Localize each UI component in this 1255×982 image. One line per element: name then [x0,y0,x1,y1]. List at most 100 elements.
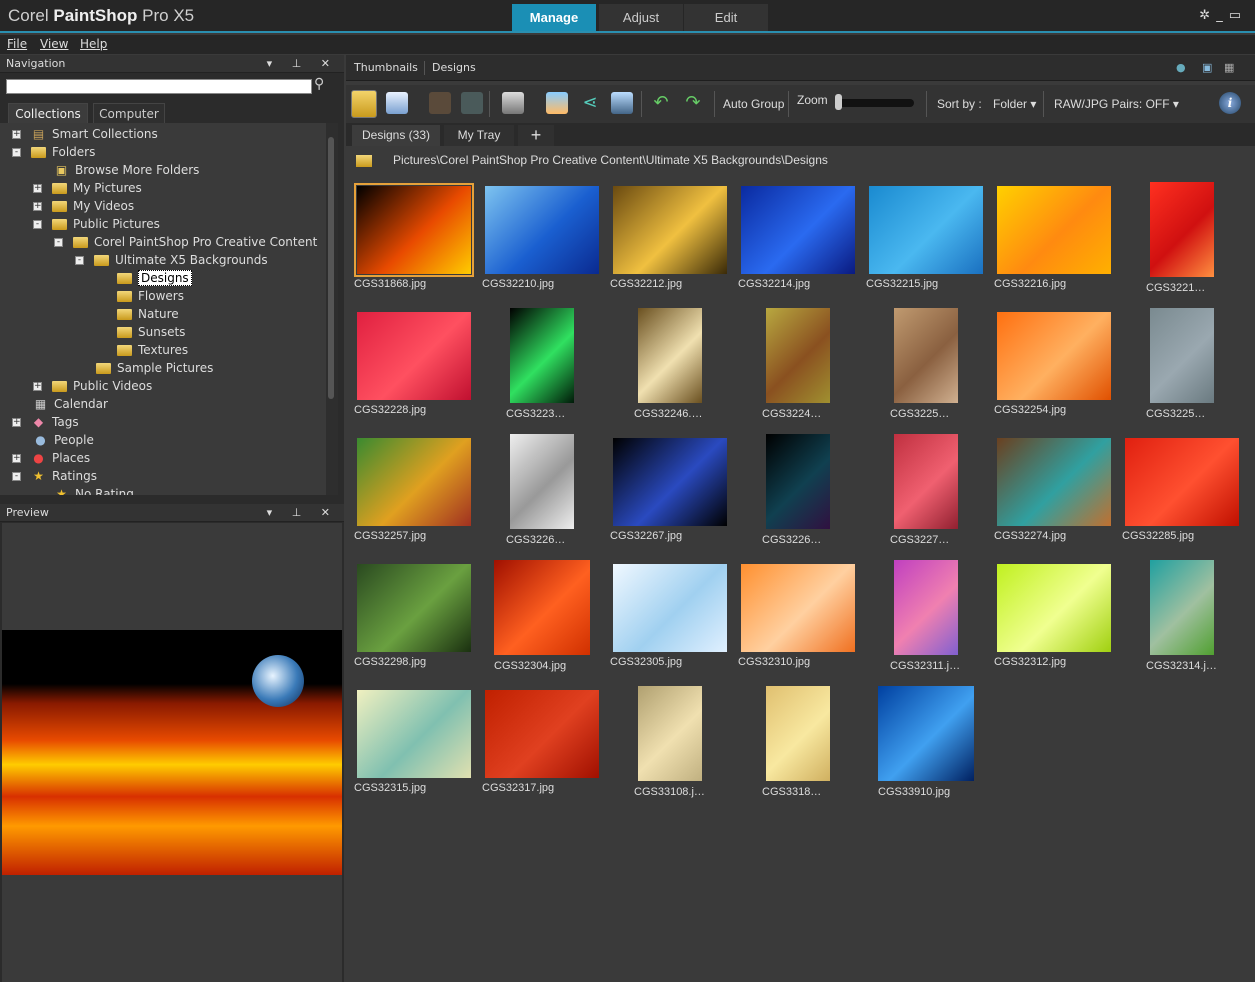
thumbnail-item[interactable]: CGS32210.jpg [480,182,604,306]
grid-view-icon[interactable]: ▦ [1224,55,1234,81]
thumbnail-item[interactable]: CGS32274.jpg [992,434,1116,558]
thumbnail-image[interactable] [766,434,830,529]
thumbnail-item[interactable]: CGS32246.… [608,308,732,432]
thumbnail-item[interactable]: CGS32285.jpg [1120,434,1244,558]
thumbnail-item[interactable]: CGS32215.jpg [864,182,988,306]
tree-scrollbar[interactable] [326,123,338,495]
tree-item[interactable]: ▣ Browse More Folders [33,161,200,179]
tree-item[interactable]: - Public Pictures [33,215,160,233]
tree-item[interactable]: + My Videos [33,197,134,215]
tab-manage[interactable]: Manage [512,4,596,31]
scrollbar-thumb[interactable] [328,137,334,399]
expand-icon[interactable]: + [12,130,21,139]
menu-view[interactable]: View [40,37,68,51]
thumbnail-image[interactable] [485,186,599,274]
thumbnail-item[interactable]: CGS32298.jpg [352,560,476,684]
tree-item[interactable]: - Folders [12,143,95,161]
tree-item[interactable]: ● People [12,431,94,449]
tab-adjust[interactable]: Adjust [599,4,683,31]
tree-item[interactable]: ▦ Calendar [12,395,108,413]
thumbnail-image[interactable] [894,308,958,403]
collapse-icon[interactable]: - [54,238,63,247]
thumbnail-item[interactable]: CGS32315.jpg [352,686,476,810]
tree-item[interactable]: Textures [96,341,188,359]
tab-collections[interactable]: Collections [8,103,88,123]
thumbnail-item[interactable]: CGS3223… [480,308,604,432]
thumbnail-item[interactable]: CGS3224… [736,308,860,432]
folder-tree-icon[interactable] [351,90,377,118]
add-tab-icon[interactable]: + [518,125,554,146]
expand-icon[interactable]: + [33,184,42,193]
tab-designs[interactable]: Designs [432,55,476,81]
collapse-icon[interactable]: - [75,256,84,265]
thumbnail-item[interactable]: CGS33108.j… [608,686,732,810]
thumbnail-image[interactable] [997,186,1111,274]
thumbnail-image[interactable] [894,560,958,655]
thumbnail-item[interactable]: CGS32216.jpg [992,182,1116,306]
thumbnail-image[interactable] [354,183,474,277]
thumbnail-item[interactable]: CGS32304.jpg [480,560,604,684]
tree-item[interactable]: - ★ Ratings [12,467,97,485]
thumbnail-image[interactable] [510,308,574,403]
thumbnail-image[interactable] [1150,182,1214,277]
search-input[interactable] [6,79,312,94]
rotate-left-icon[interactable]: ↶ [650,92,672,114]
thumbnail-image[interactable] [997,564,1111,652]
minimize-icon[interactable]: _ [1216,8,1229,23]
image-view-icon[interactable]: ▣ [1202,55,1212,81]
thumbnail-image[interactable] [766,686,830,781]
tree-item[interactable]: + ▤ Smart Collections [12,125,158,143]
expand-icon[interactable]: + [33,382,42,391]
thumbnail-image[interactable] [613,438,727,526]
tree-item[interactable]: Sunsets [96,323,185,341]
auto-group-button[interactable]: Auto Group [723,91,784,117]
tab-computer[interactable]: Computer [93,103,165,123]
tree-item[interactable]: + ● Places [12,449,90,467]
search-icon[interactable]: ⚲ [314,76,324,92]
collapse-icon[interactable]: - [12,148,21,157]
thumbnail-item[interactable]: CGS33910.jpg [864,686,988,810]
tree-item[interactable]: Nature [96,305,179,323]
thumbnail-item[interactable]: CGS32305.jpg [608,560,732,684]
thumbnail-item[interactable]: CGS3226… [480,434,604,558]
thumbnail-item[interactable]: CGS32312.jpg [992,560,1116,684]
thumbnail-image[interactable] [766,308,830,403]
thumbnail-image[interactable] [997,312,1111,400]
thumbnail-item[interactable]: CGS32214.jpg [736,182,860,306]
tree-item[interactable]: Designs [96,269,192,287]
expand-icon[interactable]: + [12,418,21,427]
brush-icon[interactable] [429,92,451,114]
menu-file[interactable]: File [7,37,27,51]
thumbnail-image[interactable] [1150,308,1214,403]
thumbnail-item[interactable]: CGS32212.jpg [608,182,732,306]
thumbnail-image[interactable] [494,560,590,655]
thumbnail-image[interactable] [1150,560,1214,655]
thumbnail-item[interactable]: CGS32228.jpg [352,308,476,432]
import-icon[interactable] [546,92,568,114]
collapse-icon[interactable]: - [33,220,42,229]
thumbnail-image[interactable] [357,438,471,526]
thumbnail-image[interactable] [869,186,983,274]
zoom-slider[interactable] [838,99,914,107]
tree-item[interactable]: + Public Videos [33,377,152,395]
tree-item[interactable]: - Ultimate X5 Backgrounds [75,251,268,269]
info-icon[interactable]: i [1219,92,1241,114]
thumbnail-item[interactable]: CGS32311.j… [864,560,988,684]
zoom-slider-handle[interactable] [835,94,842,110]
tab-designs-tray[interactable]: Designs (33) [352,125,440,146]
globe-icon[interactable]: ● [1176,55,1186,81]
brush-play-icon[interactable] [461,92,483,114]
tab-edit[interactable]: Edit [684,4,768,31]
thumbnail-item[interactable]: CGS3318… [736,686,860,810]
details-view-icon[interactable] [386,92,408,114]
thumbnail-item[interactable]: CGS32267.jpg [608,434,732,558]
settings-icon[interactable]: ✲ [1199,8,1216,23]
people-tag-icon[interactable] [502,92,524,114]
thumbnail-item[interactable]: CGS32317.jpg [480,686,604,810]
thumbnail-image[interactable] [741,564,855,652]
thumbnail-image[interactable] [613,564,727,652]
expand-icon[interactable]: + [33,202,42,211]
share-icon[interactable]: ⋖ [579,92,601,114]
thumbnail-item[interactable]: CGS31868.jpg [352,182,476,306]
thumbnail-item[interactable]: CGS32257.jpg [352,434,476,558]
